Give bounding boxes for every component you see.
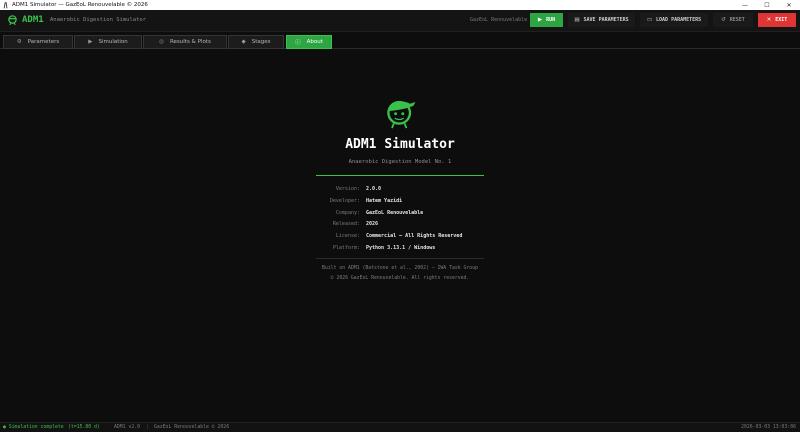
app-header: ADM1 Anaerobic Digestion Simulator GazEo… [0, 10, 800, 32]
status-version: ADM1 v2.0 [114, 425, 140, 430]
divider [316, 258, 484, 259]
status-message: ● Simulation complete [3, 425, 64, 430]
play-icon: ▶ [88, 39, 93, 45]
info-value: GazEoL Renouvelable [366, 209, 424, 216]
reset-button[interactable]: ↺ RESET [713, 13, 753, 27]
tab-stages[interactable]: ◆ Stages [228, 35, 284, 49]
window-controls: — ☐ ✕ [734, 0, 800, 10]
info-value: Hatem Yazidi [366, 197, 403, 204]
gear-icon: ⚙ [16, 39, 22, 45]
info-key: Company: [335, 209, 360, 216]
app-icon [3, 1, 8, 8]
accent-divider [316, 175, 484, 176]
close-icon: ✕ [766, 17, 772, 23]
info-key: Released: [332, 221, 360, 228]
reset-icon: ↺ [721, 17, 726, 23]
window-title-bar: ADM1 Simulator — GazEoL Renouvelable © 2… [0, 0, 800, 10]
save-icon: ▤ [574, 17, 580, 23]
info-value: 2026 [366, 221, 379, 228]
mascot-icon [387, 100, 416, 129]
info-key: Version: [335, 186, 360, 192]
status-copyright: GazEoL Renouvelable © 2026 [154, 425, 230, 430]
about-info-table: Version: 2.0.0 Developer: Hatem Yazidi C… [300, 186, 500, 257]
tab-label: About [306, 39, 323, 45]
status-separator: | [146, 425, 149, 430]
brand-name: ADM1 [22, 15, 44, 25]
diamond-icon: ◆ [241, 39, 246, 45]
logo-icon [8, 15, 17, 25]
status-datetime: 2026-03-03 13:03:06 [741, 425, 796, 430]
run-button-label: RUN [546, 17, 556, 23]
maximize-button[interactable]: ☐ [756, 0, 778, 10]
folder-icon: ▭ [646, 17, 653, 23]
tab-label: Results & Plots [169, 39, 211, 45]
info-row-platform: Platform: Python 3.13.1 / Windows [300, 245, 500, 257]
tab-label: Stages [251, 39, 271, 45]
save-parameters-label: SAVE PARAMETERS [583, 17, 629, 23]
credit-line: Built on ADM1 (Batstone et al., 2002) — … [322, 266, 478, 271]
status-sim-time: (t=15.00 d) [68, 425, 100, 430]
window-title: ADM1 Simulator — GazEoL Renouvelable © 2… [12, 2, 148, 8]
info-key: License: [335, 233, 360, 240]
info-row-company: Company: GazEoL Renouvelable [300, 210, 500, 222]
info-value: Python 3.13.1 / Windows [366, 244, 436, 251]
exit-button-label: EXIT [775, 17, 788, 23]
company-label: GazEoL Renouvelable [470, 17, 528, 23]
minimize-button[interactable]: — [734, 0, 756, 10]
exit-button[interactable]: ✕ EXIT [758, 13, 796, 27]
info-key: Developer: [329, 197, 360, 204]
copyright-line: © 2026 GazEoL Renouvelable. All rights r… [330, 276, 470, 281]
close-window-button[interactable]: ✕ [778, 0, 800, 10]
info-row-version: Version: 2.0.0 [300, 186, 500, 198]
info-row-developer: Developer: Hatem Yazidi [300, 198, 500, 210]
info-row-released: Released: 2026 [300, 221, 500, 233]
info-key: Platform: [332, 244, 360, 251]
about-subtitle: Anaerobic Digestion Model No. 1 [348, 159, 452, 165]
status-bar: ● Simulation complete (t=15.00 d) ADM1 v… [0, 422, 800, 432]
run-button[interactable]: ▶ RUN [530, 13, 563, 27]
tab-label: Simulation [98, 39, 128, 45]
load-parameters-label: LOAD PARAMETERS [656, 17, 702, 23]
load-parameters-button[interactable]: ▭ LOAD PARAMETERS [640, 13, 708, 27]
info-row-license: License: Commercial — All Rights Reserve… [300, 233, 500, 245]
play-icon: ▶ [537, 17, 543, 23]
tab-parameters[interactable]: ⚙ Parameters [3, 35, 73, 49]
save-parameters-button[interactable]: ▤ SAVE PARAMETERS [568, 13, 635, 27]
info-value: Commercial — All Rights Reserved [366, 233, 463, 240]
info-icon: ⓘ [295, 40, 301, 46]
header-subtitle: Anaerobic Digestion Simulator [50, 17, 147, 23]
target-icon: ◎ [159, 39, 164, 45]
about-title: ADM1 Simulator [345, 137, 455, 152]
tab-results-plots[interactable]: ◎ Results & Plots [143, 35, 227, 49]
tab-label: Parameters [27, 39, 60, 45]
tab-simulation[interactable]: ▶ Simulation [74, 35, 142, 49]
tab-about[interactable]: ⓘ About [286, 35, 332, 49]
info-value: 2.0.0 [366, 186, 382, 192]
reset-button-label: RESET [729, 17, 745, 23]
tab-bar: ⚙ Parameters ▶ Simulation ◎ Results & Pl… [0, 33, 800, 49]
